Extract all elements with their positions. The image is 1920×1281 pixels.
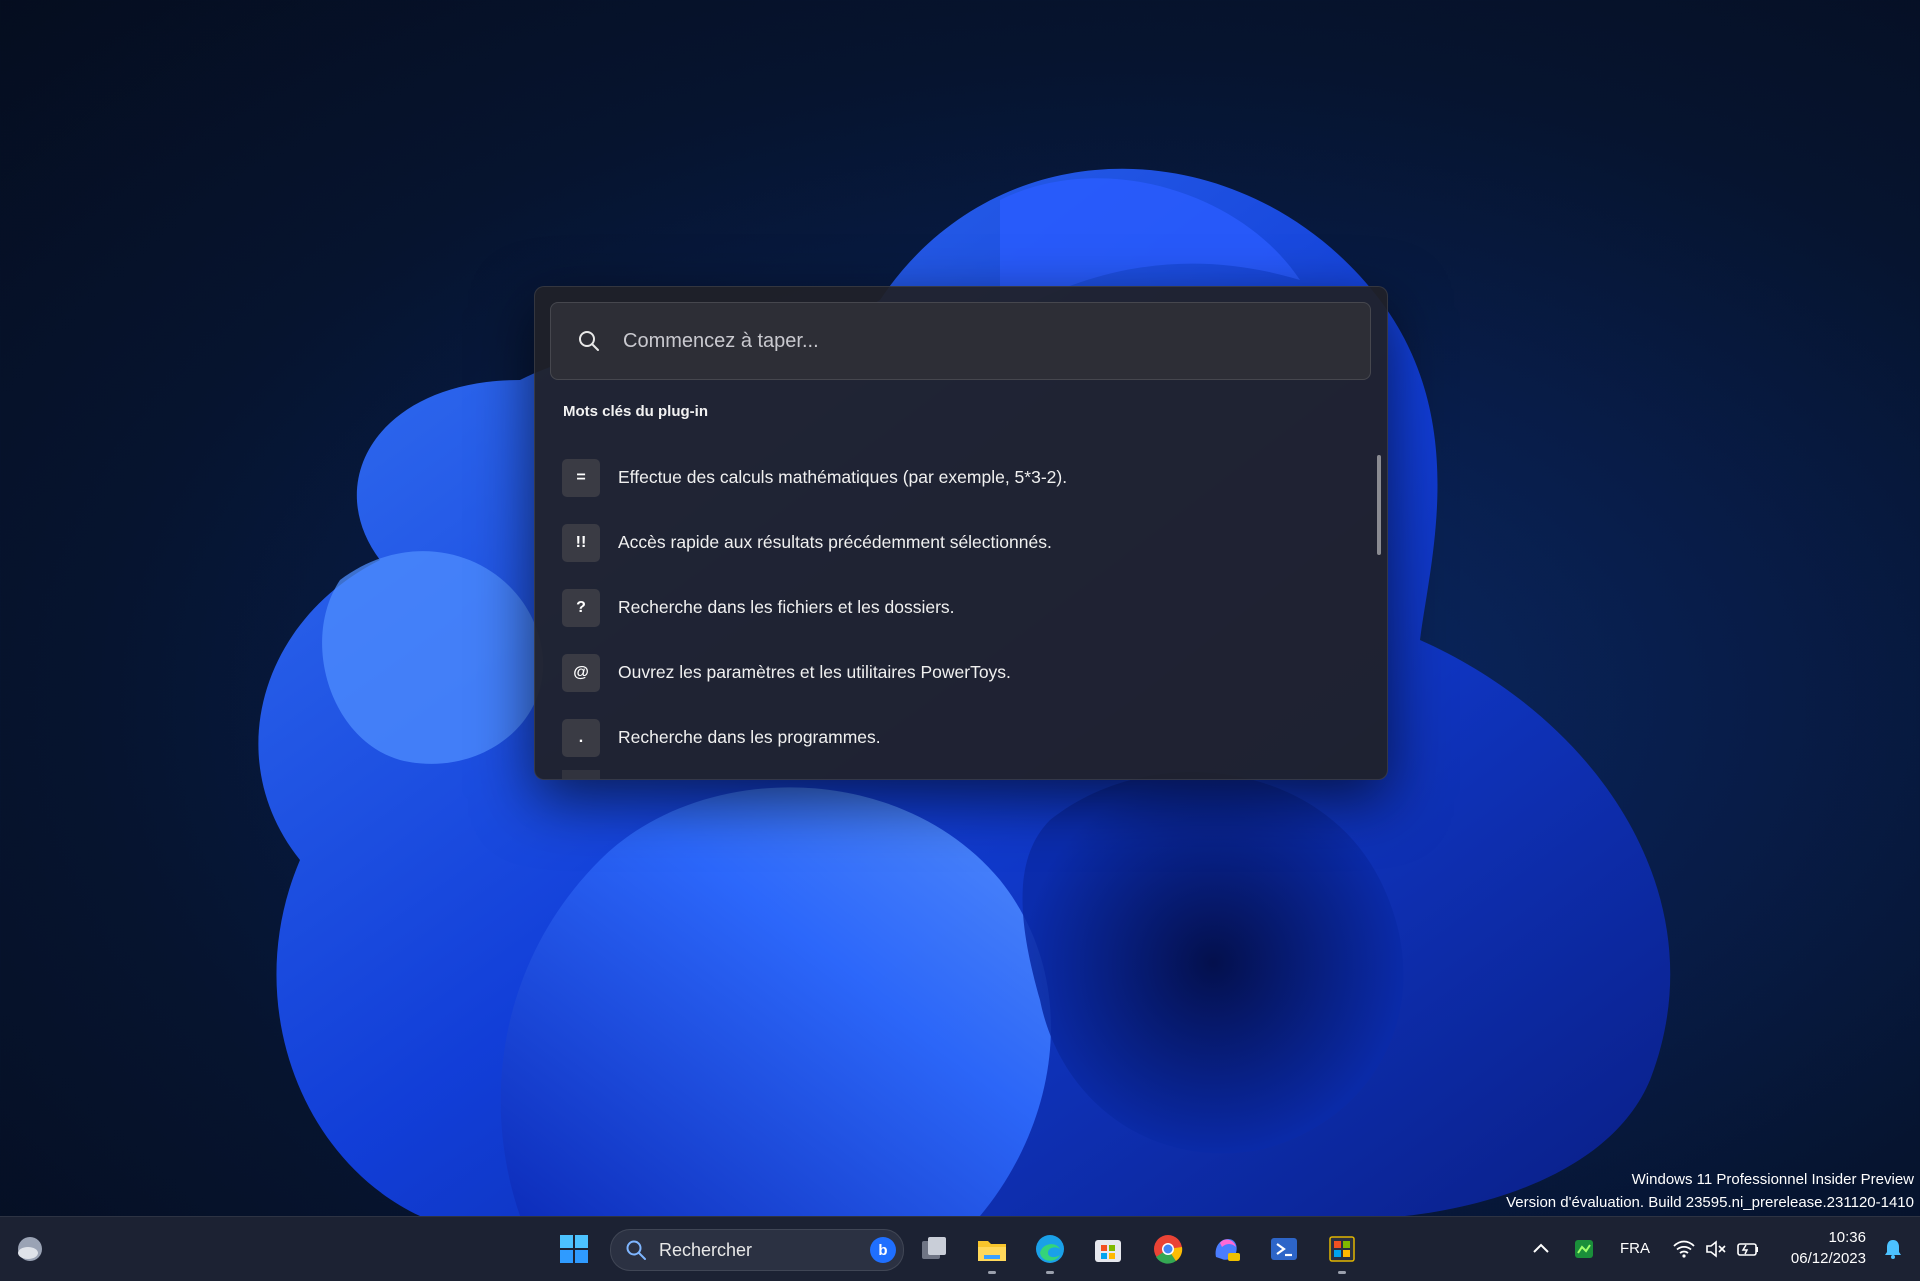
list-item[interactable]: @ Ouvrez les paramètres et les utilitair… [562,640,1342,705]
keyword-description: Accès rapide aux résultats précédemment … [618,532,1052,552]
search-box[interactable] [550,302,1371,380]
keyword-badge: . [562,718,600,757]
windows-watermark: Windows 11 Professionnel Insider Preview… [1506,1168,1914,1214]
svg-text:b: b [878,1242,887,1259]
clock-date: 06/12/2023 [1790,1250,1866,1267]
windows-start-icon[interactable] [558,1233,590,1265]
language-indicator[interactable]: FRA [1620,1240,1650,1257]
keyword-badge: @ [562,653,600,692]
running-indicator [1046,1271,1054,1274]
list-item-partial[interactable] [562,770,1342,779]
notification-bell-icon[interactable] [1882,1238,1904,1260]
taskbar-search-label: Rechercher [659,1239,753,1260]
wifi-icon[interactable] [1672,1237,1696,1261]
list-item[interactable]: ? Recherche dans les fichiers et les dos… [562,575,1342,640]
tray-app-icon[interactable] [1572,1237,1596,1261]
task-view-icon[interactable] [918,1233,950,1265]
weather-icon[interactable] [14,1233,46,1265]
edge-icon[interactable] [1034,1233,1066,1265]
clock-time: 10:36 [1828,1229,1866,1246]
plugin-keyword-list: = Effectue des calculs mathématiques (pa… [562,445,1342,779]
terminal-icon[interactable] [1268,1233,1300,1265]
watermark-line-1: Windows 11 Professionnel Insider Preview [1631,1171,1914,1188]
keyword-badge: = [562,458,600,497]
section-title: Mots clés du plug-in [563,403,708,420]
search-icon [626,1240,646,1260]
keyword-description: Recherche dans les programmes. [618,727,881,747]
keyword-badge [562,770,600,779]
list-item[interactable]: !! Accès rapide aux résultats précédemme… [562,510,1342,575]
running-indicator [1338,1271,1346,1274]
list-item[interactable]: = Effectue des calculs mathématiques (pa… [562,445,1342,510]
keyword-badge: !! [562,523,600,562]
list-item[interactable]: . Recherche dans les programmes. [562,705,1342,770]
keyword-description: Effectue des calculs mathématiques (par … [618,467,1068,487]
running-indicator [988,1271,996,1274]
powertoys-run-launcher: Mots clés du plug-in = Effectue des calc… [534,286,1388,780]
taskbar: Rechercher b FRA 10:36 06/12/2023 [0,1216,1920,1281]
store-icon[interactable] [1092,1233,1124,1265]
chevron-up-icon[interactable] [1530,1238,1552,1260]
battery-icon[interactable] [1736,1237,1760,1261]
clock[interactable]: 10:36 06/12/2023 [1791,1227,1866,1269]
search-icon [579,331,599,351]
keyword-badge: ? [562,588,600,627]
keyword-description: Recherche dans les fichiers et les dossi… [618,597,955,617]
powertoys-icon[interactable] [1326,1233,1358,1265]
file-explorer-icon[interactable] [976,1233,1008,1265]
search-input[interactable] [621,328,1305,354]
bing-icon[interactable]: b [869,1236,897,1264]
taskbar-search[interactable]: Rechercher b [610,1229,904,1271]
copilot-pre-icon[interactable] [1210,1233,1242,1265]
watermark-line-2: Version d'évaluation. Build 23595.ni_pre… [1506,1194,1914,1211]
volume-muted-icon[interactable] [1704,1237,1728,1261]
keyword-description: Ouvrez les paramètres et les utilitaires… [618,662,1011,682]
chrome-icon[interactable] [1152,1233,1184,1265]
scrollbar[interactable] [1377,455,1381,555]
